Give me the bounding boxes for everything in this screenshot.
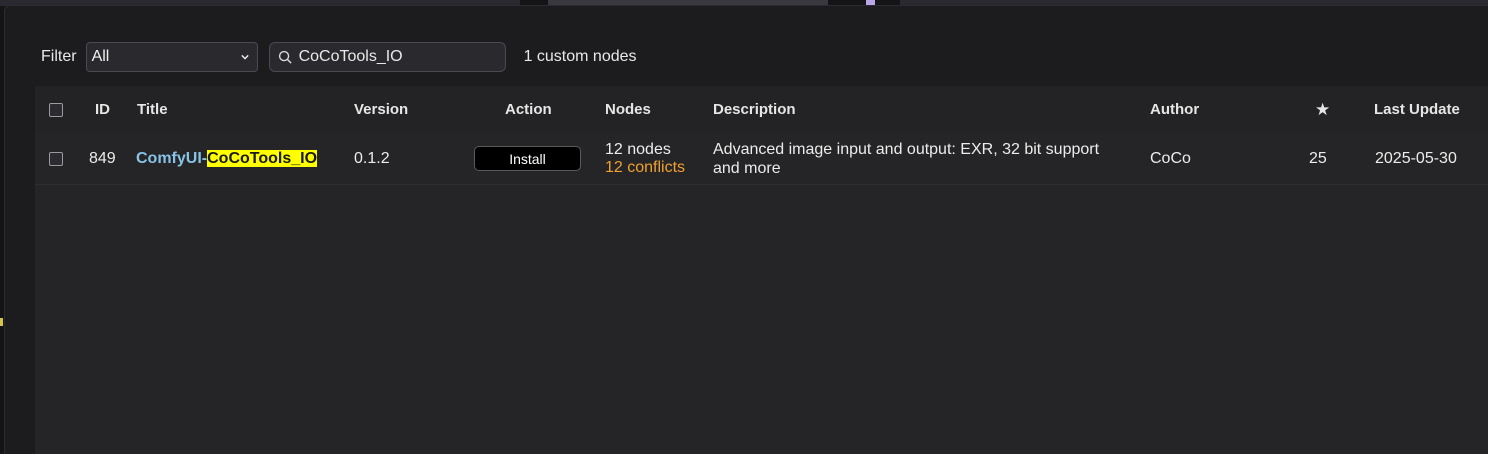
filter-select-value: All (91, 48, 110, 65)
filter-bar: Filter All CoCoTools_IO 1 custom nodes (41, 42, 637, 72)
row-action: Install (474, 133, 581, 184)
row-nodes: 12 nodes 12 conflicts (605, 133, 685, 184)
node-count: 12 nodes (605, 140, 671, 158)
row-version: 0.1.2 (354, 149, 390, 167)
row-id: 849 (89, 149, 116, 167)
column-header-stars[interactable]: ★ (1315, 86, 1330, 133)
row-select-cell (49, 133, 63, 184)
custom-nodes-table: ID Title Version Action Nodes Descriptio… (35, 86, 1488, 454)
conflicts-link[interactable]: 12 conflicts (605, 159, 685, 177)
node-title-link[interactable]: ComfyUI-CoCoTools_IO (136, 149, 318, 168)
search-input[interactable]: CoCoTools_IO (268, 42, 506, 72)
install-button[interactable]: Install (474, 146, 581, 171)
row-stars: 25 (1309, 149, 1327, 167)
column-header-author[interactable]: Author (1150, 86, 1199, 133)
table-row: 849 ComfyUI-CoCoTools_IO 0.1.2 Install 1… (35, 133, 1488, 185)
row-title: ComfyUI-CoCoTools_IO (136, 133, 318, 184)
row-description: Advanced image input and output: EXR, 32… (713, 140, 1100, 177)
row-last-update: 2025-05-30 (1375, 149, 1457, 167)
result-count: 1 custom nodes (523, 48, 637, 65)
search-input-value: CoCoTools_IO (298, 48, 403, 65)
column-header-title[interactable]: Title (137, 86, 168, 133)
filter-select[interactable]: All (85, 42, 258, 72)
row-author: CoCo (1150, 149, 1191, 167)
chevron-down-icon (240, 54, 249, 60)
background-edge (0, 318, 3, 326)
column-header-last-update[interactable]: Last Update (1374, 86, 1460, 133)
column-header-description[interactable]: Description (713, 86, 796, 133)
select-all-checkbox[interactable] (49, 102, 63, 117)
search-icon (278, 50, 292, 64)
custom-nodes-manager-dialog: Filter All CoCoTools_IO 1 custom nodes I… (4, 5, 1488, 454)
title-search-highlight: CoCoTools_IO (207, 149, 318, 167)
row-select-checkbox[interactable] (49, 151, 63, 166)
title-prefix: ComfyUI- (136, 149, 208, 167)
select-all-cell (49, 86, 63, 133)
column-header-action[interactable]: Action (505, 86, 552, 133)
column-header-version[interactable]: Version (354, 86, 408, 133)
filter-label: Filter (41, 48, 77, 65)
column-header-id[interactable]: ID (95, 86, 110, 133)
column-header-nodes[interactable]: Nodes (605, 86, 651, 133)
table-header: ID Title Version Action Nodes Descriptio… (35, 86, 1488, 133)
